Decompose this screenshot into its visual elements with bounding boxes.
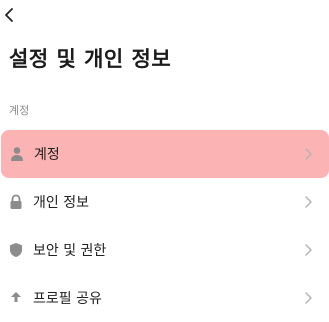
section-header: 계정	[9, 104, 30, 117]
back-button[interactable]	[0, 4, 24, 28]
settings-list: 계정 개인 정보 보안 및 권한 프로필 공유	[0, 130, 329, 322]
page-title: 설정 및 개인 정보	[9, 47, 172, 71]
shield-icon	[9, 242, 23, 258]
chevron-right-icon	[303, 291, 313, 305]
settings-item-account[interactable]: 계정	[1, 130, 329, 178]
settings-item-label: 프로필 공유	[33, 291, 102, 307]
lock-icon	[9, 194, 23, 210]
chevron-right-icon	[303, 195, 313, 209]
settings-item-label: 계정	[34, 147, 60, 163]
settings-item-profile-share[interactable]: 프로필 공유	[0, 274, 329, 322]
chevron-right-icon	[303, 243, 313, 257]
settings-item-privacy[interactable]: 개인 정보	[0, 178, 329, 226]
chevron-left-icon	[5, 8, 13, 22]
settings-item-label: 보안 및 권한	[33, 243, 107, 259]
settings-item-security[interactable]: 보안 및 권한	[0, 226, 329, 274]
share-icon	[9, 290, 23, 306]
chevron-right-icon	[303, 147, 313, 161]
settings-item-label: 개인 정보	[33, 195, 89, 211]
person-icon	[10, 146, 24, 162]
